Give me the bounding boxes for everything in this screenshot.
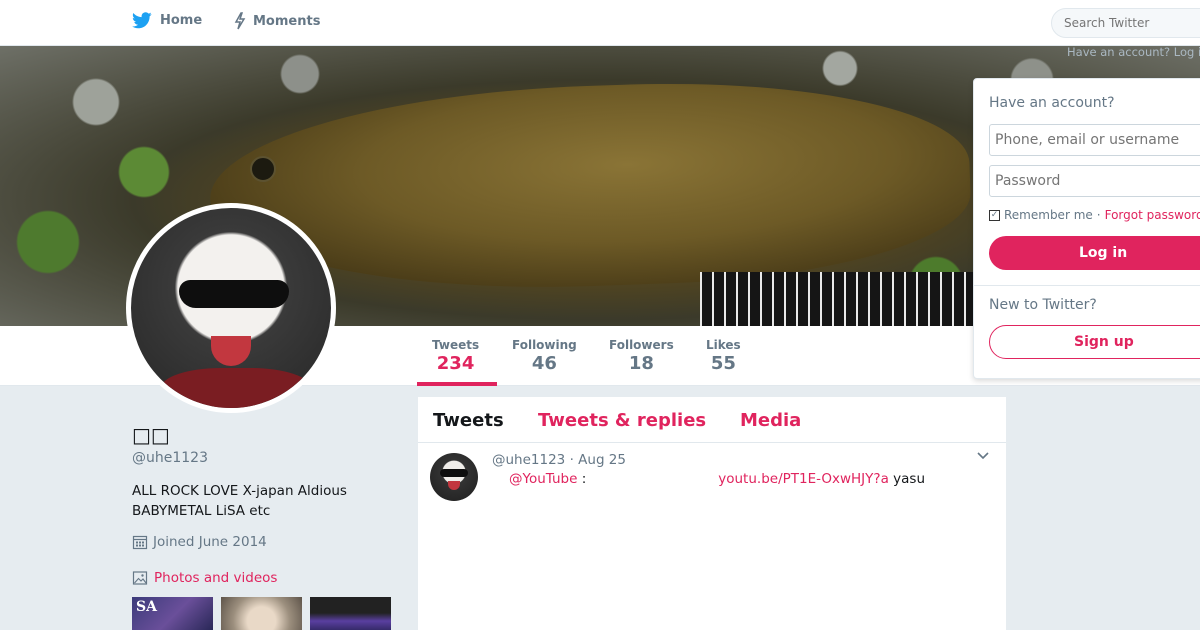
screen-name[interactable]: @uhe1123: [132, 450, 208, 466]
profile-avatar[interactable]: [126, 203, 336, 413]
stat-likes-label: Likes: [706, 338, 741, 352]
joined-label: Joined June 2014: [153, 534, 267, 550]
stat-followers[interactable]: Followers 18: [609, 338, 674, 374]
stat-tweets[interactable]: Tweets 234: [432, 338, 479, 374]
tweet-author-and-date[interactable]: @uhe1123 · Aug 25: [492, 452, 626, 468]
remember-me-row: ✓ Remember me · Forgot password?: [989, 208, 1200, 222]
remember-me-label[interactable]: Remember me: [1004, 208, 1093, 222]
tab-tweets-and-replies[interactable]: Tweets & replies: [538, 410, 706, 431]
top-nav: Home Moments: [0, 0, 1200, 46]
active-stat-underline: [417, 382, 497, 386]
login-dropdown: Have an account? ✓ Remember me · Forgot …: [973, 78, 1200, 379]
tweet-text: @YouTube : youtu.be/PT1E-OxwHJY?a yasu: [492, 471, 992, 487]
tweet-avatar-glasses: [440, 469, 468, 477]
tab-tweets[interactable]: Tweets: [433, 410, 504, 431]
photo-thumbnail-3[interactable]: [310, 597, 391, 630]
tweet-avatar[interactable]: [430, 453, 478, 501]
stat-followers-label: Followers: [609, 338, 674, 352]
stat-following-value: 46: [531, 353, 557, 374]
photo-thumbnail-1[interactable]: SA: [132, 597, 213, 630]
remember-me-checkbox[interactable]: ✓: [989, 209, 1000, 221]
twitter-bird-icon: [132, 12, 152, 29]
banner-ruler: [700, 272, 1000, 326]
stat-following[interactable]: Following 46: [512, 338, 577, 374]
calendar-icon: [132, 535, 148, 550]
login-divider: [974, 285, 1200, 286]
tweet-colon: :: [577, 471, 587, 487]
timeline-tabs: Tweets Tweets & replies Media: [418, 397, 1006, 443]
tweet-mention[interactable]: @YouTube: [509, 471, 577, 487]
remember-separator: ·: [1096, 208, 1101, 222]
avatar-glasses: [179, 280, 289, 308]
thumbnail-logo-text: SA: [136, 599, 157, 615]
image-icon: [132, 571, 148, 585]
stat-likes[interactable]: Likes 55: [706, 338, 741, 374]
tweet-suffix: yasu: [888, 471, 926, 487]
new-to-twitter-label: New to Twitter?: [989, 297, 1097, 313]
signup-button[interactable]: Sign up: [989, 325, 1200, 359]
stat-tweets-label: Tweets: [432, 338, 480, 352]
stat-tweets-value: 234: [436, 353, 475, 374]
joined-date: Joined June 2014: [132, 534, 267, 550]
chevron-down-icon[interactable]: [976, 449, 990, 465]
timeline: Tweets Tweets & replies Media @uhe1123 ·…: [418, 397, 1006, 630]
login-title: Have an account?: [989, 95, 1115, 111]
tweet-link[interactable]: youtu.be/PT1E-OxwHJY?a: [718, 471, 889, 487]
have-account-ghost-text: Have an account? Log in: [1067, 45, 1200, 59]
tweet-avatar-mouth: [448, 481, 460, 490]
stat-followers-value: 18: [628, 353, 654, 374]
nav-moments-label: Moments: [253, 13, 321, 29]
avatar-mouth: [211, 336, 251, 366]
search-input[interactable]: [1051, 8, 1200, 38]
lightning-icon: [234, 12, 246, 30]
avatar-shirt: [161, 368, 311, 408]
nav-home-label: Home: [160, 13, 203, 28]
display-name[interactable]: □□: [132, 423, 170, 447]
profile-bio: ALL ROCK LOVE X-japan Aldious BABYMETAL …: [132, 483, 347, 519]
photos-label: Photos and videos: [154, 570, 278, 586]
stat-likes-value: 55: [710, 353, 736, 374]
photo-thumbnail-2[interactable]: [221, 597, 302, 630]
forgot-password-link[interactable]: Forgot password?: [1105, 208, 1200, 222]
login-button[interactable]: Log in: [989, 236, 1200, 270]
nav-home[interactable]: Home: [132, 12, 202, 29]
stat-following-label: Following: [512, 338, 577, 352]
photos-and-videos-link[interactable]: Photos and videos: [132, 570, 277, 586]
nav-moments[interactable]: Moments: [233, 12, 320, 30]
tweet-item[interactable]: @uhe1123 · Aug 25 @YouTube : youtu.be/PT1…: [418, 443, 1006, 630]
username-field[interactable]: [989, 124, 1200, 156]
banner-fish-eye: [250, 156, 276, 182]
password-field[interactable]: [989, 165, 1200, 197]
tab-media[interactable]: Media: [740, 410, 801, 431]
